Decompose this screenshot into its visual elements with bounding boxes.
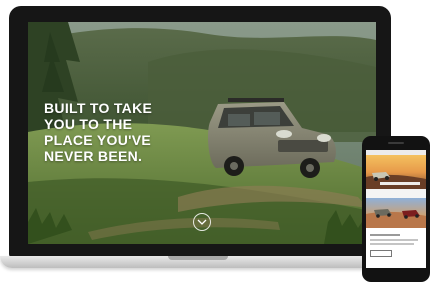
- phone-card-body: [366, 228, 426, 268]
- phone-screen: [366, 150, 426, 268]
- phone-card-car-image: [366, 209, 426, 228]
- phone-card-image[interactable]: [366, 198, 426, 228]
- chevron-down-icon: [197, 219, 207, 225]
- laptop-screen: BUILT TO TAKE YOU TO THE PLACE YOU'VE NE…: [28, 22, 376, 244]
- phone-speaker: [388, 142, 404, 144]
- phone-card-text-line: [370, 243, 414, 245]
- phone-card-title-line: [370, 234, 400, 236]
- phone-section-divider: [366, 189, 426, 198]
- laptop-notch: [168, 256, 228, 260]
- phone-card-text-line: [370, 239, 418, 241]
- scroll-down-button[interactable]: [193, 213, 211, 231]
- phone-hero-caption: [380, 182, 420, 185]
- phone-card-button[interactable]: [370, 250, 392, 257]
- hero-headline: BUILT TO TAKE YOU TO THE PLACE YOU'VE NE…: [44, 100, 153, 164]
- phone-hero-card[interactable]: [366, 155, 426, 189]
